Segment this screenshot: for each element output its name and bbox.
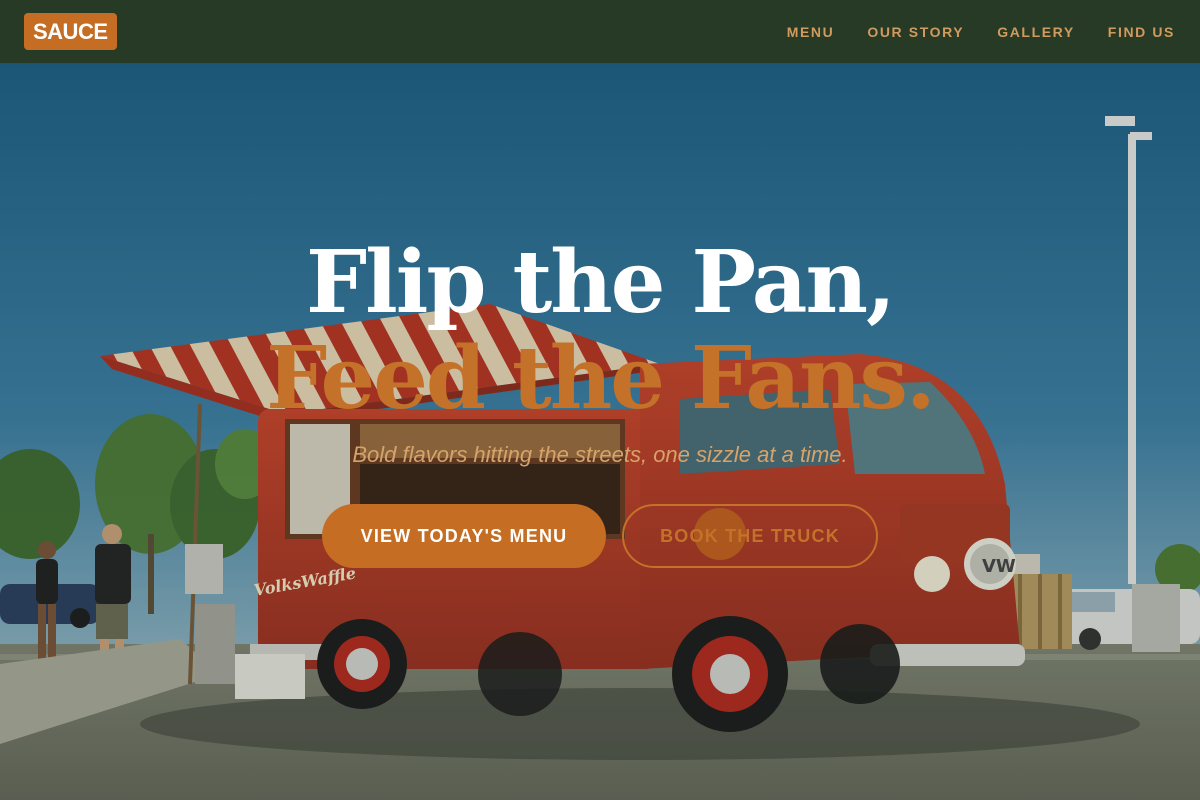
nav-links: MENU OUR STORY GALLERY FIND US — [787, 24, 1175, 40]
hero-headline-line2: Feed the Fans. — [266, 328, 936, 429]
brand-logo[interactable]: SAUCE — [24, 13, 117, 50]
nav-link-find-us[interactable]: FIND US — [1108, 24, 1175, 40]
top-nav: SAUCE MENU OUR STORY GALLERY FIND US — [0, 0, 1200, 64]
book-truck-button[interactable]: BOOK THE TRUCK — [622, 504, 878, 568]
nav-link-gallery[interactable]: GALLERY — [997, 24, 1075, 40]
hero-section: VolksWaffle VW — [0, 64, 1200, 800]
hero-tagline: Bold flavors hitting the streets, one si… — [352, 442, 848, 467]
hero-overlay — [0, 64, 1200, 800]
nav-link-menu[interactable]: MENU — [787, 24, 835, 40]
hero-headline-line1: Flip the Pan, — [306, 232, 896, 333]
view-menu-button[interactable]: VIEW TODAY'S MENU — [322, 504, 606, 568]
nav-link-our-story[interactable]: OUR STORY — [867, 24, 964, 40]
